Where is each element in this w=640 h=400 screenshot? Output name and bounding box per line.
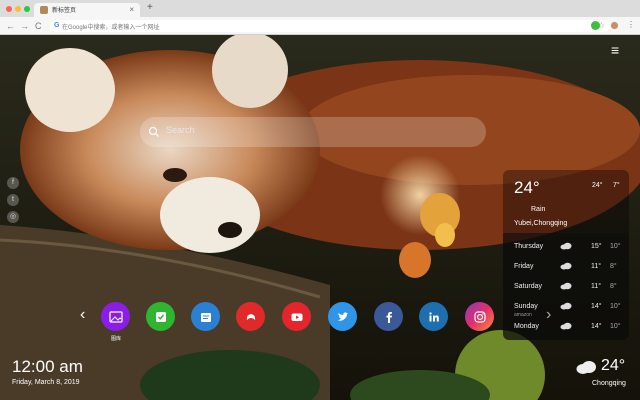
tab-close-icon[interactable]: × bbox=[129, 4, 134, 16]
forecast-low: 8° bbox=[610, 283, 617, 290]
gallery-app-label: 图库 bbox=[110, 336, 121, 342]
weather-location: Yubei,Chongqing bbox=[514, 220, 568, 227]
high-temperature: 24° bbox=[592, 182, 603, 189]
low-temperature: 7° bbox=[613, 182, 620, 189]
forecast-day: Sunday bbox=[514, 303, 538, 310]
linkedin-app-button[interactable] bbox=[419, 302, 448, 331]
facebook-icon bbox=[386, 311, 392, 323]
cloud-icon bbox=[560, 242, 572, 250]
checklist-icon bbox=[155, 311, 166, 322]
cloud-icon bbox=[560, 322, 572, 330]
linkedin-icon bbox=[428, 311, 439, 321]
twitter-icon bbox=[337, 311, 348, 321]
new-tab-button[interactable]: + bbox=[147, 2, 153, 14]
close-window-button[interactable] bbox=[6, 6, 12, 12]
forecast-low: 10° bbox=[610, 243, 621, 250]
new-tab-page: ≡ Search f t ◎ 24° 24° 7° Rain Yubei,Cho… bbox=[0, 35, 640, 400]
forecast-day: Monday bbox=[514, 323, 539, 330]
forecast-low: 8° bbox=[610, 263, 617, 270]
forecast-row: Monday 14° 10° bbox=[503, 317, 629, 337]
maximize-window-button[interactable] bbox=[24, 6, 30, 12]
bottom-weather-city: Chongqing bbox=[592, 380, 626, 387]
cloud-icon bbox=[560, 302, 572, 310]
forecast-row: Sunday amazon 14° 10° bbox=[503, 297, 629, 318]
search-placeholder: Search bbox=[166, 125, 195, 135]
forecast-row: Saturday 11° 8° bbox=[503, 277, 629, 297]
search-icon bbox=[148, 126, 159, 137]
forecast-high: 14° bbox=[591, 303, 602, 310]
forecast-high: 11° bbox=[591, 263, 602, 270]
current-temperature: 24° bbox=[514, 178, 540, 197]
dock-prev-arrow[interactable]: ‹ bbox=[80, 307, 85, 323]
youtube-icon bbox=[291, 313, 302, 321]
browser-menu-icon[interactable]: ⋮ bbox=[627, 19, 635, 31]
tab-bar: 新标签页 × + bbox=[0, 0, 640, 17]
forecast-low: 10° bbox=[610, 323, 621, 330]
back-button[interactable]: ← bbox=[6, 20, 15, 32]
hamburger-menu-icon[interactable]: ≡ bbox=[611, 43, 619, 57]
extension-icon[interactable] bbox=[591, 21, 600, 30]
gallery-app-button[interactable] bbox=[101, 302, 130, 331]
game-app-button[interactable] bbox=[236, 302, 265, 331]
facebook-icon[interactable]: f bbox=[7, 177, 19, 189]
forecast-row: Thursday 15° 10° bbox=[503, 237, 629, 257]
weather-current: 24° 24° 7° Rain Yubei,Chongqing bbox=[503, 170, 629, 233]
tab-title: 新标签页 bbox=[52, 8, 77, 14]
address-placeholder: 在Google中搜索，或者输入一个网址 bbox=[62, 25, 160, 31]
dock-next-arrow[interactable]: › bbox=[546, 307, 551, 323]
cloud-icon bbox=[576, 361, 596, 374]
forward-button[interactable]: → bbox=[20, 20, 29, 32]
navigation-bar: ← → C G 在Google中搜索，或者输入一个网址 ☆ bbox=[0, 17, 640, 35]
clock-time: 12:00 am bbox=[12, 357, 83, 376]
tab-favicon-icon bbox=[40, 6, 48, 14]
checklist-app-button[interactable] bbox=[146, 302, 175, 331]
instagram-app-button[interactable] bbox=[465, 302, 494, 331]
forecast-high: 14° bbox=[591, 323, 602, 330]
facebook-app-button[interactable] bbox=[374, 302, 403, 331]
forecast-day: Thursday bbox=[514, 243, 544, 250]
reload-button[interactable]: C bbox=[35, 20, 42, 32]
forecast-high: 11° bbox=[591, 283, 602, 290]
address-bar[interactable]: G 在Google中搜索，或者输入一个网址 ☆ bbox=[50, 20, 610, 32]
youtube-app-button[interactable] bbox=[282, 302, 311, 331]
notes-icon bbox=[200, 312, 211, 322]
notes-app-button[interactable] bbox=[191, 302, 220, 331]
gamepad-icon bbox=[246, 313, 255, 320]
share-icon[interactable]: ◎ bbox=[7, 211, 19, 223]
gallery-icon bbox=[108, 310, 123, 323]
weather-forecast-list: Thursday 15° 10° Friday 11° 8° Saturday … bbox=[503, 233, 629, 340]
forecast-low: 10° bbox=[610, 303, 621, 310]
weather-panel: 24° 24° 7° Rain Yubei,Chongqing Thursday… bbox=[503, 170, 629, 340]
forecast-day: Saturday bbox=[514, 283, 543, 290]
google-icon: G bbox=[54, 22, 60, 29]
twitter-icon[interactable]: t bbox=[7, 194, 19, 206]
clock-date: Friday, March 8, 2019 bbox=[12, 379, 80, 386]
twitter-app-button[interactable] bbox=[328, 302, 357, 331]
cloud-icon bbox=[560, 282, 572, 290]
active-tab[interactable]: 新标签页 × bbox=[34, 3, 140, 17]
instagram-icon bbox=[473, 310, 486, 323]
weather-condition: Rain bbox=[531, 206, 546, 213]
profile-avatar[interactable] bbox=[610, 21, 619, 30]
forecast-day: Friday bbox=[514, 263, 534, 270]
bottom-weather-temperature[interactable]: 24° bbox=[601, 357, 625, 375]
forecast-row: Friday 11° 8° bbox=[503, 257, 629, 277]
cloud-icon bbox=[560, 262, 572, 270]
minimize-window-button[interactable] bbox=[15, 6, 21, 12]
forecast-high: 15° bbox=[591, 243, 602, 250]
